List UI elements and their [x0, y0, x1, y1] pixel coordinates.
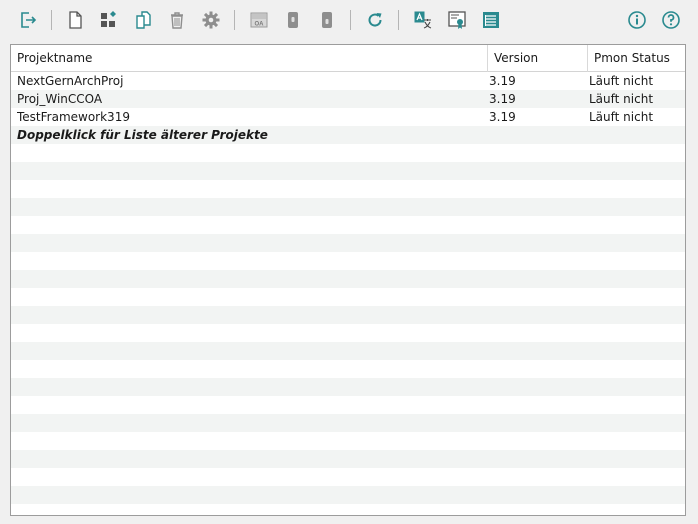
empty-row: [11, 324, 685, 342]
device-1-button[interactable]: [281, 8, 305, 32]
toolbar-separator: [51, 10, 52, 30]
project-status: Läuft nicht: [589, 110, 654, 124]
wincc-oa-icon: OA: [250, 12, 268, 28]
empty-row: [11, 234, 685, 252]
project-version: 3.19: [489, 110, 516, 124]
empty-row: [11, 270, 685, 288]
empty-row: [11, 180, 685, 198]
project-status: Läuft nicht: [589, 92, 654, 106]
project-status: Läuft nicht: [589, 74, 654, 88]
empty-row: [11, 486, 685, 504]
older-projects-row[interactable]: Doppelklick für Liste älterer Projekte: [11, 126, 685, 144]
empty-row: [11, 396, 685, 414]
empty-row: [11, 252, 685, 270]
project-name: NextGernArchProj: [17, 74, 124, 88]
device-icon: [322, 12, 332, 28]
project-table: Projektname Version Pmon Status NextGern…: [10, 44, 686, 516]
table-row[interactable]: Proj_WinCCOA 3.19 Läuft nicht: [11, 90, 685, 108]
table-row[interactable]: NextGernArchProj 3.19 Läuft nicht: [11, 72, 685, 90]
delete-project-button[interactable]: [165, 8, 189, 32]
empty-row: [11, 216, 685, 234]
column-header-pmon-status[interactable]: Pmon Status: [587, 45, 685, 72]
info-button[interactable]: [625, 8, 649, 32]
column-header-projektname[interactable]: Projektname: [11, 45, 487, 72]
project-name: Proj_WinCCOA: [17, 92, 103, 106]
translate-icon: [414, 11, 432, 29]
log-list-button[interactable]: [479, 8, 503, 32]
empty-row: [11, 162, 685, 180]
project-name: TestFramework319: [17, 110, 130, 124]
help-icon: [662, 11, 680, 29]
empty-row: [11, 306, 685, 324]
wincc-oa-label: OA: [255, 22, 265, 28]
project-version: 3.19: [489, 74, 516, 88]
table-header: Projektname Version Pmon Status: [11, 45, 685, 72]
empty-row: [11, 288, 685, 306]
toolbar: OA: [0, 0, 698, 38]
new-project-button[interactable]: [63, 8, 87, 32]
refresh-icon: [368, 13, 382, 27]
empty-row: [11, 414, 685, 432]
copy-project-button[interactable]: [131, 8, 155, 32]
settings-button[interactable]: [199, 8, 223, 32]
toolbar-separator: [234, 10, 235, 30]
toolbar-separator: [350, 10, 351, 30]
empty-row: [11, 450, 685, 468]
device-2-button[interactable]: [315, 8, 339, 32]
project-version: 3.19: [489, 92, 516, 106]
empty-row: [11, 342, 685, 360]
language-button[interactable]: [411, 8, 435, 32]
empty-row: [11, 378, 685, 396]
certificate-icon: [448, 11, 466, 29]
empty-row: [11, 432, 685, 450]
column-header-version[interactable]: Version: [487, 45, 587, 72]
add-grid-icon: [101, 11, 116, 27]
table-body: NextGernArchProj 3.19 Läuft nicht Proj_W…: [11, 72, 685, 504]
certificate-button[interactable]: [445, 8, 469, 32]
gear-icon: [202, 11, 220, 29]
exit-button[interactable]: [16, 8, 40, 32]
refresh-button[interactable]: [363, 8, 387, 32]
help-button[interactable]: [659, 8, 683, 32]
empty-row: [11, 468, 685, 486]
device-icon: [288, 12, 298, 28]
empty-row: [11, 144, 685, 162]
wincc-oa-button[interactable]: OA: [247, 8, 271, 32]
exit-icon: [21, 12, 37, 28]
table-row[interactable]: TestFramework319 3.19 Läuft nicht: [11, 108, 685, 126]
new-document-icon: [69, 11, 82, 29]
add-project-button[interactable]: [97, 8, 121, 32]
list-icon: [483, 12, 499, 28]
empty-row: [11, 198, 685, 216]
info-icon: [628, 11, 646, 29]
empty-row: [11, 360, 685, 378]
toolbar-separator: [398, 10, 399, 30]
copy-icon: [136, 11, 151, 29]
trash-icon: [171, 12, 183, 29]
older-projects-hint: Doppelklick für Liste älterer Projekte: [17, 128, 268, 142]
